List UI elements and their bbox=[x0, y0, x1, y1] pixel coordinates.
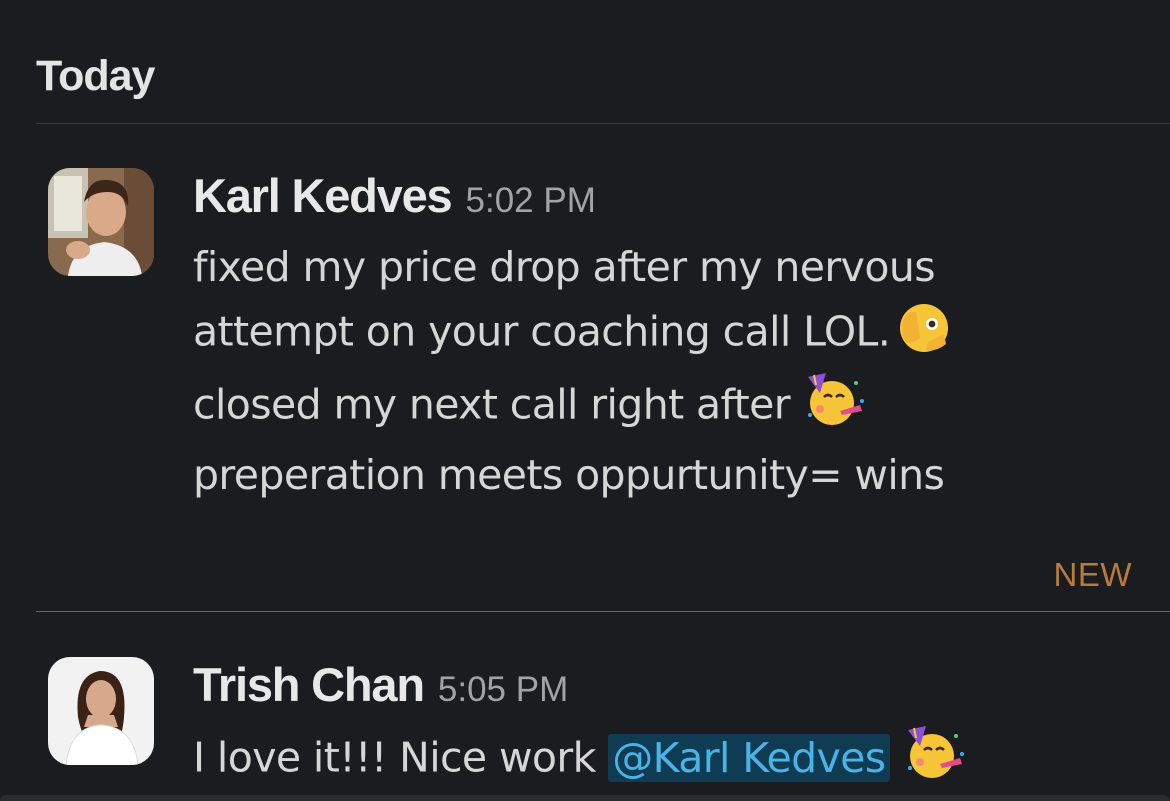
timestamp[interactable]: 5:05 PM bbox=[438, 670, 568, 709]
message-line: attempt on your coaching call LOL. bbox=[193, 298, 952, 371]
message-line-text: attempt on your coaching call LOL. bbox=[193, 307, 891, 356]
composer-edge bbox=[0, 795, 1170, 801]
message-text: I love it!!! Nice work @Karl Kedves bbox=[193, 724, 968, 797]
message-line-text: closed my next call right after bbox=[193, 380, 791, 429]
message-line: closed my next call right after bbox=[193, 371, 952, 444]
message-line: fixed my price drop after my nervous bbox=[193, 236, 952, 298]
new-messages-divider bbox=[36, 611, 1170, 612]
message-line-text: fixed my price drop after my nervous bbox=[193, 243, 936, 291]
timestamp[interactable]: 5:02 PM bbox=[466, 181, 596, 220]
day-divider bbox=[36, 123, 1170, 124]
message-header: Trish Chan 5:05 PM bbox=[193, 657, 568, 712]
message-header: Karl Kedves 5:02 PM bbox=[193, 168, 596, 223]
author-name[interactable]: Trish Chan bbox=[193, 658, 425, 711]
avatar[interactable] bbox=[48, 168, 154, 276]
partying-face-emoji bbox=[904, 724, 968, 797]
face-with-open-eyes-and-hand-over-mouth-emoji bbox=[896, 298, 952, 371]
message-line: preperation meets oppurtunity= wins bbox=[193, 444, 952, 506]
avatar[interactable] bbox=[48, 657, 154, 765]
user-mention[interactable]: @Karl Kedves bbox=[608, 733, 890, 782]
message-line-text: preperation meets oppurtunity= wins bbox=[193, 451, 945, 499]
day-header: Today bbox=[36, 52, 155, 100]
message-line-text: I love it!!! Nice work bbox=[193, 733, 596, 782]
author-name[interactable]: Karl Kedves bbox=[193, 169, 453, 222]
message-text: fixed my price drop after my nervous att… bbox=[193, 236, 952, 506]
partying-face-emoji bbox=[804, 371, 868, 444]
new-messages-label: NEW bbox=[1053, 556, 1132, 593]
message-line: I love it!!! Nice work @Karl Kedves bbox=[193, 724, 968, 797]
